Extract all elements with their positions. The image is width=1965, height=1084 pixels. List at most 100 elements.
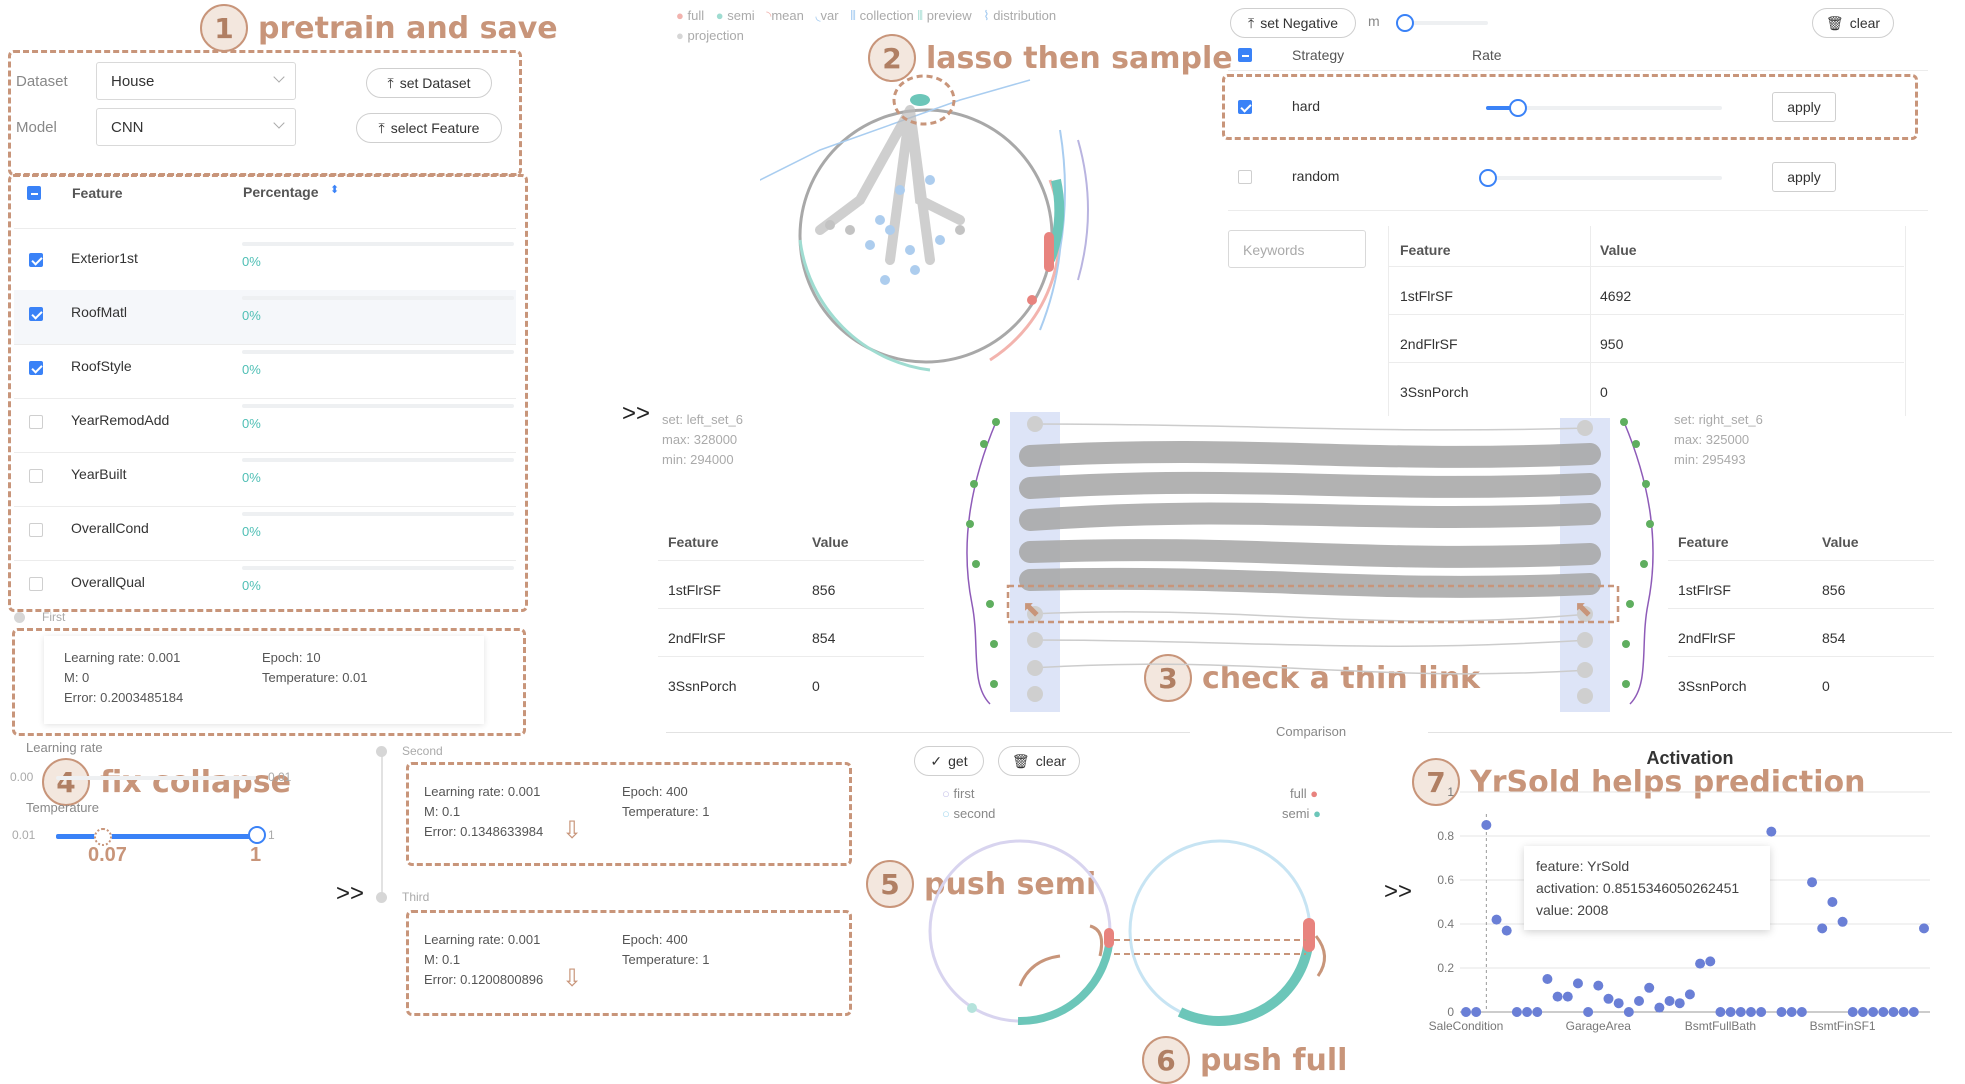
feature-checkbox[interactable] <box>29 361 43 375</box>
activation-point[interactable] <box>1623 1007 1634 1017</box>
activation-point[interactable] <box>1552 991 1563 1002</box>
strategy-name: random <box>1292 168 1340 184</box>
activation-point[interactable] <box>1847 1007 1858 1017</box>
select-feature-button[interactable]: ⤒ select Feature <box>356 113 502 143</box>
select-all-checkbox[interactable] <box>27 186 41 200</box>
activation-point[interactable] <box>1471 1007 1482 1017</box>
apply-button[interactable]: apply <box>1772 162 1836 192</box>
activation-point[interactable] <box>1807 877 1818 888</box>
activation-point[interactable] <box>1766 826 1777 837</box>
activation-point[interactable] <box>1461 1007 1471 1017</box>
strategy-row[interactable]: random apply <box>1228 154 1928 194</box>
activation-point[interactable] <box>1857 1007 1868 1017</box>
m-slider[interactable] <box>1404 21 1488 25</box>
keywords-input[interactable]: Keywords <box>1228 230 1366 268</box>
rate-slider[interactable] <box>1486 176 1722 180</box>
tooltip-activation: activation: 0.8515346050262451 <box>1536 880 1740 896</box>
activation-point[interactable] <box>1634 996 1645 1006</box>
activation-point[interactable] <box>1796 1007 1807 1017</box>
activation-point[interactable] <box>1664 996 1675 1006</box>
activation-point[interactable] <box>1776 1007 1787 1017</box>
activation-point[interactable] <box>1644 982 1655 993</box>
activation-point[interactable] <box>1501 925 1512 936</box>
set-negative-button[interactable]: ⤒ set Negative <box>1230 8 1356 38</box>
tooltip-value: value: 2008 <box>1536 902 1609 918</box>
activation-point[interactable] <box>1532 1007 1543 1017</box>
m-slider-handle[interactable] <box>1396 14 1414 32</box>
feature-checkbox[interactable] <box>29 469 43 483</box>
activation-point[interactable] <box>1684 989 1695 1000</box>
clear-button[interactable]: 🗑 clear <box>1812 8 1894 38</box>
comparison-rings[interactable] <box>920 836 1380 1046</box>
feature-row[interactable]: YearBuilt 0% <box>14 452 516 506</box>
legend-preview: preview <box>926 8 972 23</box>
history-card-third[interactable]: Learning rate: 0.001 M: 0.1 Error: 0.120… <box>412 916 840 1004</box>
apply-button[interactable]: apply <box>1772 92 1836 122</box>
activation-point[interactable] <box>1827 897 1838 907</box>
activation-point[interactable] <box>1562 991 1573 1002</box>
activation-point[interactable] <box>1878 1007 1889 1017</box>
arrow-down-icon: ⇩ <box>562 817 583 844</box>
feature-row[interactable]: RoofMatl 0% <box>14 290 516 344</box>
feature-row[interactable]: OverallCond 0% <box>14 506 516 560</box>
activation-point[interactable] <box>1542 974 1553 984</box>
feature-row[interactable]: OverallQual 0% <box>14 560 516 614</box>
feature-checkbox[interactable] <box>29 307 43 321</box>
activation-point[interactable] <box>1735 1007 1746 1017</box>
history-card-second[interactable]: Learning rate: 0.001 M: 0.1 Error: 0.134… <box>412 768 840 854</box>
feature-row[interactable]: Exterior1st 0% <box>14 236 516 290</box>
comparison-links[interactable]: ⬉ ⬉ <box>960 404 1660 714</box>
strategy-checkbox[interactable] <box>1238 100 1252 114</box>
activation-point[interactable] <box>1817 923 1828 934</box>
x-tick-label: BsmtFinSF1 <box>1810 1019 1876 1033</box>
model-select[interactable]: CNN <box>96 108 296 146</box>
activation-point[interactable] <box>1695 958 1706 969</box>
activation-point[interactable] <box>1898 1007 1909 1017</box>
strategy-row[interactable]: hard apply <box>1228 84 1928 124</box>
percentage-column-header[interactable]: Percentage <box>243 184 318 200</box>
rate-slider-handle[interactable] <box>1479 169 1497 187</box>
activation-point[interactable] <box>1888 1007 1899 1017</box>
projection-view[interactable] <box>760 70 1180 390</box>
activation-point[interactable] <box>1786 1007 1797 1017</box>
dataset-select[interactable]: House <box>96 62 296 100</box>
activation-point[interactable] <box>1908 1007 1919 1017</box>
activation-point[interactable] <box>1654 1002 1665 1013</box>
rate-slider-handle[interactable] <box>1509 99 1527 117</box>
activation-point[interactable] <box>1593 980 1604 991</box>
temperature-slider[interactable] <box>56 834 258 839</box>
history-card-first[interactable]: Learning rate: 0.001 M: 0 Error: 0.20034… <box>44 636 484 724</box>
set-dataset-label: set Dataset <box>399 75 471 91</box>
activation-point[interactable] <box>1572 978 1583 989</box>
learning-rate-slider[interactable] <box>56 776 256 780</box>
feature-checkbox[interactable] <box>29 415 43 429</box>
activation-point[interactable] <box>1756 1007 1767 1017</box>
activation-point[interactable] <box>1868 1007 1879 1017</box>
set-dataset-button[interactable]: ⤒ set Dataset <box>366 68 492 98</box>
temperature-handle[interactable] <box>248 826 266 844</box>
activation-point[interactable] <box>1613 998 1624 1009</box>
strategy-select-all-checkbox[interactable] <box>1238 48 1252 62</box>
activation-point[interactable] <box>1705 956 1716 967</box>
feature-checkbox[interactable] <box>29 523 43 537</box>
activation-point[interactable] <box>1837 916 1848 927</box>
activation-point[interactable] <box>1491 914 1502 925</box>
clear-comparison-button[interactable]: 🗑 clear <box>998 746 1080 776</box>
activation-point[interactable] <box>1745 1007 1756 1017</box>
activation-point[interactable] <box>1511 1007 1522 1017</box>
feature-checkbox[interactable] <box>29 577 43 591</box>
activation-point[interactable] <box>1674 998 1685 1009</box>
activation-point[interactable] <box>1715 1007 1726 1017</box>
strategy-checkbox[interactable] <box>1238 170 1252 184</box>
feature-row[interactable]: RoofStyle 0% <box>14 344 516 398</box>
activation-point[interactable] <box>1725 1007 1736 1017</box>
sort-icon[interactable]: ⬍ <box>330 183 339 196</box>
feature-checkbox[interactable] <box>29 253 43 267</box>
feature-row[interactable]: YearRemodAdd 0% <box>14 398 516 452</box>
activation-point[interactable] <box>1583 1007 1594 1017</box>
activation-point[interactable] <box>1481 820 1492 830</box>
activation-point[interactable] <box>1919 923 1929 934</box>
get-button[interactable]: ✓ get <box>914 746 984 776</box>
activation-point[interactable] <box>1603 993 1614 1004</box>
activation-point[interactable] <box>1522 1007 1533 1017</box>
